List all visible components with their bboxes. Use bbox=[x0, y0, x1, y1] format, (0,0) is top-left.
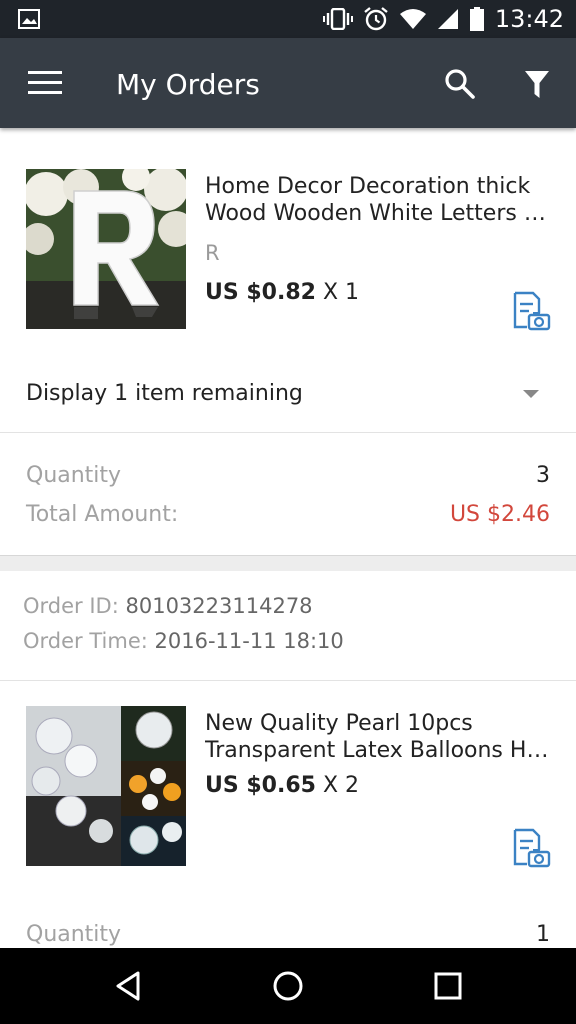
total-amount-value: US $2.46 bbox=[449, 502, 550, 527]
menu-icon[interactable] bbox=[28, 71, 62, 95]
chevron-down-icon[interactable] bbox=[523, 390, 539, 398]
alarm-icon bbox=[364, 7, 388, 31]
order-time-label: Order Time: bbox=[23, 629, 148, 653]
product-name[interactable]: Home Decor Decoration thick Wood Wooden … bbox=[205, 173, 555, 227]
order-id-label: Order ID: bbox=[23, 594, 119, 618]
vibrate-icon bbox=[322, 8, 353, 30]
quantity-multiplier: X 1 bbox=[322, 280, 360, 305]
recents-icon[interactable] bbox=[430, 968, 466, 1004]
product-price: US $0.65 X 2 bbox=[205, 773, 359, 798]
image-icon bbox=[18, 9, 40, 29]
product-name-line2: Transparent Latex Balloons Ho… bbox=[205, 738, 555, 763]
quantity-multiplier: X 2 bbox=[322, 773, 360, 798]
card-separator bbox=[0, 555, 576, 571]
app-bar: My Orders bbox=[0, 38, 576, 128]
price-value: US $0.65 bbox=[205, 773, 316, 798]
battery-icon bbox=[469, 7, 484, 31]
product-variant: R bbox=[205, 241, 220, 265]
product-name[interactable]: New Quality Pearl 10pcs Transparent Late… bbox=[205, 710, 555, 764]
page-title: My Orders bbox=[116, 68, 260, 101]
status-time: 13:42 bbox=[494, 5, 564, 33]
back-icon[interactable] bbox=[110, 968, 146, 1004]
order-time: Order Time: 2016-11-11 18:10 bbox=[23, 629, 344, 653]
home-icon[interactable] bbox=[270, 968, 306, 1004]
total-amount-label: Total Amount: bbox=[26, 502, 179, 527]
product-image[interactable] bbox=[26, 169, 186, 329]
quantity-label: Quantity bbox=[26, 922, 122, 947]
divider bbox=[0, 432, 576, 433]
order-id: Order ID: 80103223114278 bbox=[23, 594, 313, 618]
product-image[interactable] bbox=[26, 706, 186, 866]
product-name-line1: New Quality Pearl 10pcs bbox=[205, 711, 473, 736]
status-bar: 13:42 bbox=[0, 0, 576, 38]
price-value: US $0.82 bbox=[205, 280, 316, 305]
order-card: Order ID: 80103223114278 Order Time: 201… bbox=[0, 571, 576, 948]
order-card: Home Decor Decoration thick Wood Wooden … bbox=[0, 128, 576, 555]
order-time-value: 2016-11-11 18:10 bbox=[154, 629, 344, 653]
search-icon[interactable] bbox=[444, 68, 476, 100]
order-id-value: 80103223114278 bbox=[125, 594, 313, 618]
orders-list: Home Decor Decoration thick Wood Wooden … bbox=[0, 128, 576, 948]
quantity-value: 1 bbox=[536, 922, 550, 947]
wifi-icon bbox=[399, 9, 426, 29]
product-name-line1: Home Decor Decoration thick bbox=[205, 174, 531, 199]
remaining-items-toggle[interactable]: Display 1 item remaining bbox=[26, 381, 303, 406]
quantity-label: Quantity bbox=[26, 463, 122, 488]
quantity-value: 3 bbox=[536, 463, 550, 488]
signal-icon bbox=[437, 9, 458, 29]
photo-review-icon[interactable] bbox=[511, 828, 551, 868]
filter-icon[interactable] bbox=[524, 70, 550, 100]
product-price: US $0.82 X 1 bbox=[205, 280, 359, 305]
product-name-line2: Wood Wooden White Letters A… bbox=[205, 201, 555, 226]
photo-review-icon[interactable] bbox=[511, 291, 551, 331]
system-nav-bar bbox=[0, 948, 576, 1024]
divider bbox=[0, 680, 576, 681]
